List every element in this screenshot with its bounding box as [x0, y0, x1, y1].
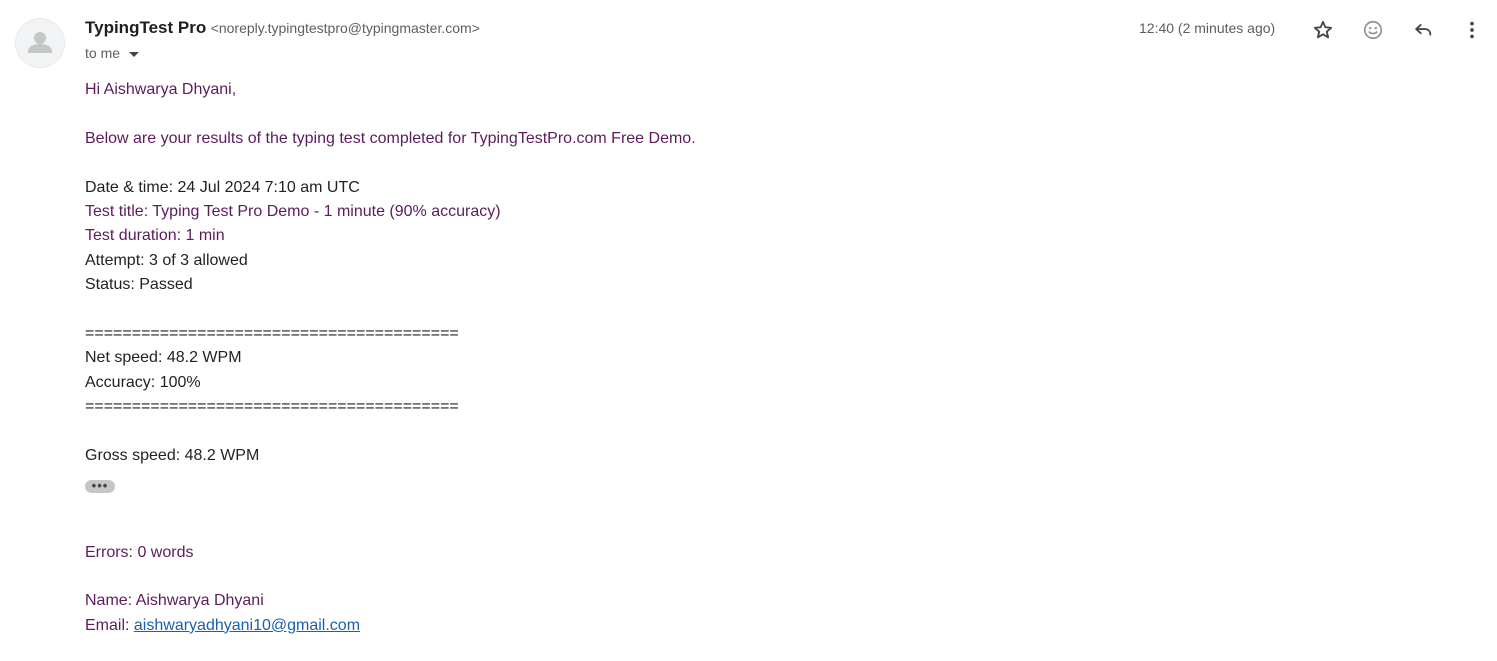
chevron-down-icon[interactable] — [129, 51, 140, 57]
star-icon — [1313, 21, 1333, 39]
gross-speed: Gross speed: 48.2 WPM — [85, 446, 260, 464]
reply-button[interactable] — [1407, 14, 1439, 46]
net-speed: Net speed: 48.2 WPM — [85, 349, 242, 367]
recipient-label: to me — [85, 45, 121, 61]
email-link[interactable]: aishwaryadhyani10@gmail.com — [134, 617, 360, 634]
default-person-icon — [28, 32, 52, 53]
date-time: Date & time: 24 Jul 2024 7:10 am UTC — [85, 178, 360, 196]
sender-avatar[interactable] — [15, 18, 65, 68]
attempt: Attempt: 3 of 3 allowed — [85, 251, 248, 269]
more-options-button[interactable] — [1456, 14, 1488, 46]
message-body: Hi Aishwarya Dhyani, Below are your resu… — [85, 78, 696, 638]
recipient-details-toggle[interactable]: to me — [85, 45, 140, 61]
add-reaction-button[interactable] — [1357, 14, 1389, 46]
sender-line: TypingTest Pro <noreply.typingtestpro@ty… — [85, 18, 480, 38]
emoji-icon — [1363, 20, 1383, 40]
status: Status: Passed — [85, 276, 193, 294]
sender-name[interactable]: TypingTest Pro — [85, 18, 206, 37]
accuracy: Accuracy: 100% — [85, 373, 201, 391]
test-duration: Test duration: 1 min — [85, 227, 225, 245]
intro-text: Below are your results of the typing tes… — [85, 129, 696, 147]
star-button[interactable] — [1307, 14, 1339, 46]
message-timestamp: 12:40 (2 minutes ago) — [1139, 20, 1276, 36]
reply-icon — [1415, 24, 1432, 36]
user-name: Name: Aishwarya Dhyani — [85, 592, 264, 610]
divider-top: ======================================== — [85, 324, 459, 342]
sender-email: <noreply.typingtestpro@typingmaster.com> — [210, 20, 480, 36]
user-email-line: Email: aishwaryadhyani10@gmail.com — [85, 614, 696, 638]
show-trimmed-content-button[interactable]: ••• — [85, 479, 115, 494]
divider-bottom: ======================================== — [85, 398, 459, 416]
greeting: Hi Aishwarya Dhyani, — [85, 81, 237, 98]
trimmed-content-wrapper: ••• — [85, 468, 696, 494]
email-label: Email: — [85, 616, 134, 634]
test-title: Test title: Typing Test Pro Demo - 1 min… — [85, 202, 501, 220]
more-vert-icon — [1470, 21, 1474, 39]
errors: Errors: 0 words — [85, 543, 194, 561]
